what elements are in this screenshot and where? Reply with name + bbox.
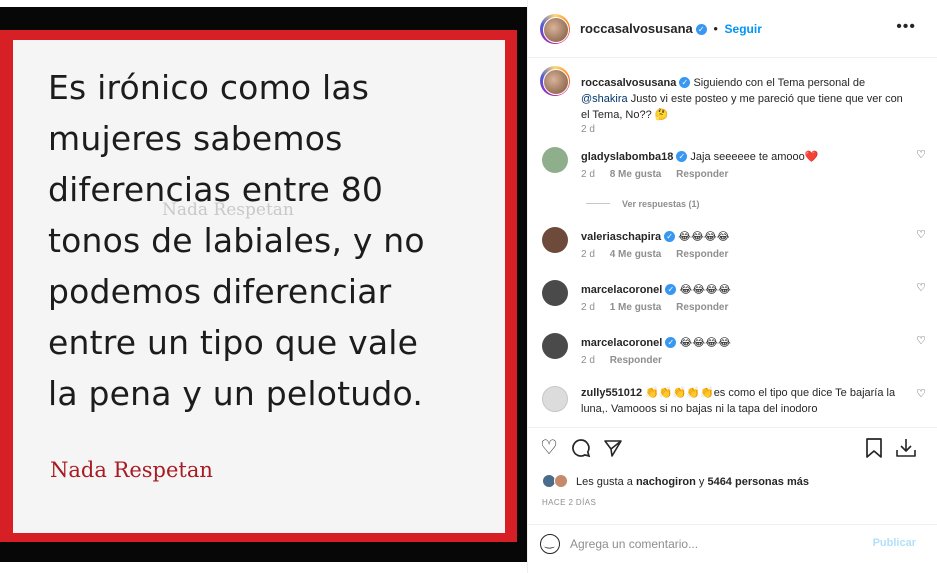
download-icon[interactable]	[895, 438, 917, 462]
avatar[interactable]	[540, 66, 570, 96]
likes-count[interactable]: 5464 personas más	[707, 476, 809, 488]
follow-button[interactable]: Seguir	[725, 22, 762, 36]
heart-icon[interactable]: ♡	[916, 334, 926, 347]
quote-line: Es irónico como las	[48, 68, 370, 107]
avatar[interactable]	[540, 14, 570, 44]
heart-icon[interactable]: ♡	[540, 438, 558, 458]
reply-button[interactable]: Responder	[676, 302, 728, 313]
username-link[interactable]: zully551012	[581, 387, 642, 399]
signature: Nada Respetan	[50, 458, 213, 482]
separator: •	[713, 21, 718, 36]
post-header: roccasalvosusana ✓ • Seguir •••	[528, 0, 937, 58]
view-replies-button[interactable]: Ver respuestas (1)	[586, 199, 700, 209]
avatar[interactable]	[542, 280, 568, 306]
comment-icon[interactable]	[571, 438, 591, 462]
caption-meta: 2 d	[581, 124, 607, 135]
likes-count[interactable]: 8 Me gusta	[610, 169, 662, 180]
comment-body: Jaja seeeeee te amooo❤️	[687, 151, 819, 163]
heart-icon[interactable]: ♡	[916, 148, 926, 161]
more-options-icon[interactable]: •••	[896, 18, 916, 36]
username-link[interactable]: gladyslabomba18	[581, 151, 673, 163]
quote-line: podemos diferenciar	[48, 272, 392, 311]
comment-body: 😂😂😂😂	[676, 337, 731, 349]
caption-text-part: Siguiendo con el Tema personal de	[690, 77, 866, 89]
comment-meta: 2 d 1 Me gusta Responder	[581, 302, 740, 313]
comment-text: marcelacoronel ✓ 😂😂😂😂	[581, 335, 911, 351]
avatar[interactable]	[542, 386, 568, 412]
likes-prefix: Les gusta a	[576, 476, 636, 488]
post-panel: roccasalvosusana ✓ • Seguir ••• roccasalv…	[527, 0, 937, 573]
post-time[interactable]: HACE 2 DÍAS	[542, 498, 596, 507]
timestamp[interactable]: 2 d	[581, 169, 595, 180]
comment-meta: 2 d 4 Me gusta Responder	[581, 249, 740, 260]
bookmark-icon[interactable]	[865, 438, 883, 462]
reply-button[interactable]: Responder	[676, 249, 728, 260]
caption-text-part: Justo vi este posteo y me pareció que ti…	[581, 93, 903, 121]
comment-meta: 2 d 8 Me gusta Responder	[581, 169, 740, 180]
comments-list[interactable]: roccasalvosusana ✓ Siguiendo con el Tema …	[528, 58, 937, 426]
username-link[interactable]: valeriaschapira	[581, 231, 661, 243]
verified-icon: ✓	[665, 337, 677, 348]
comment-body: 😂😂😂😂	[676, 284, 731, 296]
action-bar: ♡ Les gusta a nachogiron y 5464 personas…	[528, 427, 937, 523]
comment-text: marcelacoronel ✓ 😂😂😂😂	[581, 282, 911, 298]
timestamp[interactable]: 2 d	[581, 124, 595, 135]
publish-button[interactable]: Publicar	[873, 537, 916, 549]
quote-line: la pena y un pelotudo.	[48, 374, 424, 413]
comment-meta: 2 d Responder	[581, 355, 674, 366]
likes-summary[interactable]: Les gusta a nachogiron y 5464 personas m…	[542, 474, 809, 488]
quote-text: Es irónico como las mujeres sabemos dife…	[48, 62, 498, 419]
watermark: Nada Respetan	[162, 200, 294, 220]
comment-text: valeriaschapira ✓ 😂😂😂😂	[581, 229, 911, 245]
quote-line: entre un tipo que vale	[48, 323, 419, 362]
comment-input[interactable]	[570, 533, 850, 555]
liker-username[interactable]: nachogiron	[636, 476, 696, 488]
quote-line: tonos de labiales, y no	[48, 221, 425, 260]
verified-icon: ✓	[676, 151, 688, 162]
likes-middle: y	[695, 476, 708, 488]
timestamp[interactable]: 2 d	[581, 249, 595, 260]
header-user-row: roccasalvosusana ✓ • Seguir	[580, 21, 762, 36]
comment-text: gladyslabomba18 ✓ Jaja seeeeee te amooo❤️	[581, 149, 911, 165]
heart-icon[interactable]: ♡	[916, 281, 926, 294]
avatar[interactable]	[542, 227, 568, 253]
heart-icon[interactable]: ♡	[916, 387, 926, 400]
comment-body: 😂😂😂😂	[675, 231, 730, 243]
verified-icon: ✓	[679, 77, 691, 88]
add-comment-bar: Publicar	[528, 524, 937, 573]
liker-avatars	[542, 474, 572, 488]
avatar[interactable]	[542, 333, 568, 359]
verified-icon: ✓	[664, 231, 676, 242]
comment-text: zully551012 👏👏👏👏👏es como el tipo que dic…	[581, 385, 911, 417]
timestamp[interactable]: 2 d	[581, 302, 595, 313]
username-link[interactable]: roccasalvosusana	[581, 77, 676, 89]
reply-button[interactable]: Responder	[610, 355, 662, 366]
reply-button[interactable]: Responder	[676, 169, 728, 180]
username-link[interactable]: roccasalvosusana	[580, 21, 693, 36]
post-image[interactable]: Es irónico como las mujeres sabemos dife…	[0, 0, 527, 573]
caption-text: roccasalvosusana ✓ Siguiendo con el Tema …	[581, 75, 911, 123]
quote-line: mujeres sabemos	[48, 119, 343, 158]
verified-icon: ✓	[665, 284, 677, 295]
likes-count[interactable]: 4 Me gusta	[610, 249, 662, 260]
avatar[interactable]	[542, 147, 568, 173]
heart-icon[interactable]: ♡	[916, 228, 926, 241]
verified-icon: ✓	[695, 24, 707, 35]
share-icon[interactable]	[603, 438, 623, 462]
timestamp[interactable]: 2 d	[581, 355, 595, 366]
emoji-icon[interactable]	[540, 534, 560, 554]
username-link[interactable]: marcelacoronel	[581, 337, 662, 349]
username-link[interactable]: marcelacoronel	[581, 284, 662, 296]
mention-link[interactable]: @shakira	[581, 93, 628, 105]
likes-count[interactable]: 1 Me gusta	[610, 302, 662, 313]
